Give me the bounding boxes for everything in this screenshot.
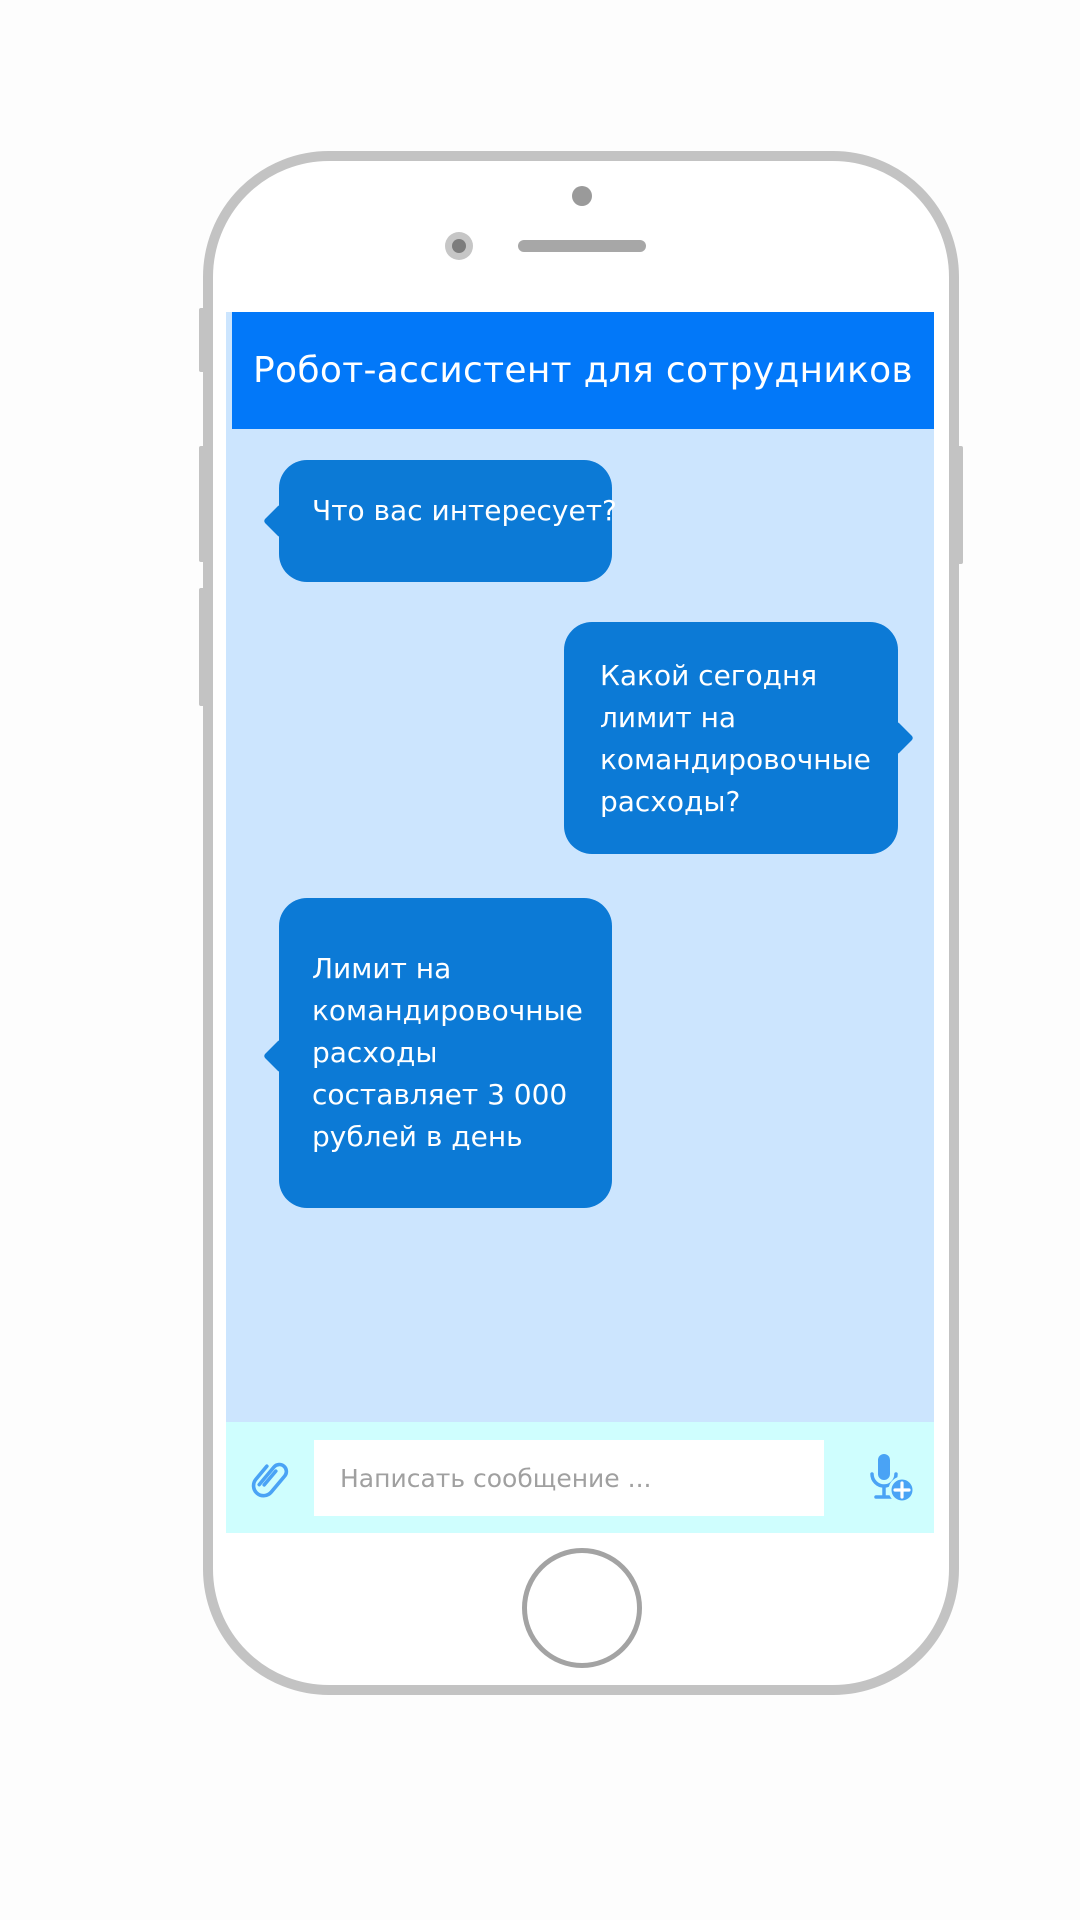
volume-up-button bbox=[199, 446, 205, 562]
home-button[interactable] bbox=[522, 1548, 642, 1668]
message-text: Какой сегодня лимит на командировочные р… bbox=[600, 659, 871, 818]
message-input[interactable] bbox=[314, 1440, 824, 1516]
chat-screen: Робот-ассистент для сотрудников Что вас … bbox=[226, 312, 934, 1533]
message-text: Что вас интересует? bbox=[312, 494, 617, 527]
proximity-sensor bbox=[572, 186, 592, 206]
message-bubble-user: Какой сегодня лимит на командировочные р… bbox=[564, 622, 898, 854]
volume-down-button bbox=[199, 588, 205, 706]
paperclip-icon[interactable] bbox=[246, 1454, 294, 1502]
power-button bbox=[957, 446, 963, 564]
message-text: Лимит на командировочные расходы составл… bbox=[312, 952, 583, 1153]
message-bubble-bot: Что вас интересует? bbox=[279, 460, 617, 582]
chat-title: Робот-ассистент для сотрудников bbox=[253, 350, 913, 391]
message-composer bbox=[226, 1422, 934, 1533]
mute-switch bbox=[199, 308, 205, 372]
chat-header: Робот-ассистент для сотрудников bbox=[232, 312, 934, 429]
microphone-add-icon[interactable] bbox=[866, 1450, 918, 1506]
front-camera bbox=[445, 232, 473, 260]
earpiece-speaker bbox=[518, 240, 646, 252]
message-bubble-bot: Лимит на командировочные расходы составл… bbox=[279, 898, 612, 1208]
